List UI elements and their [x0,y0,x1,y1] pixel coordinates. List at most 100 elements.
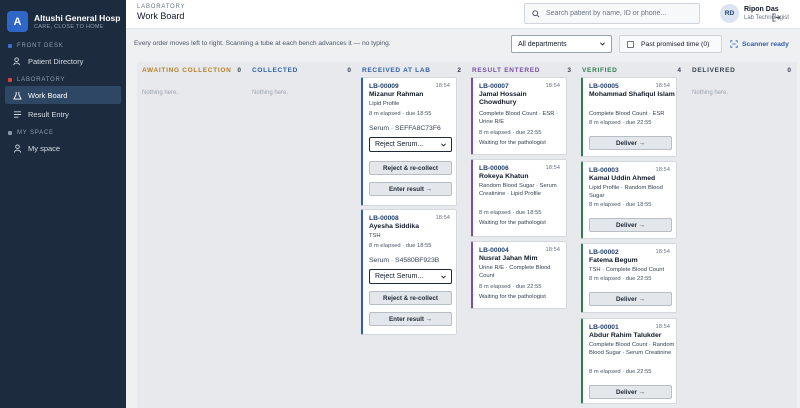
order-time: 18:54 [655,324,670,330]
pathologist-status: Waiting for the pathologist [479,294,546,300]
patient-name: Nusrat Jahan Mim [479,255,538,262]
people-icon [11,56,23,66]
column-result-entered: RESULT ENTERED 3 LB-00007 18:54 Jamal Ho… [467,62,577,408]
elapsed-due: 8 m elapsed · due 22:55 [589,369,652,375]
order-id: LB-00003 [589,167,619,174]
order-time: 18:54 [435,83,450,89]
sidebar-item-my-space[interactable]: My space [5,139,121,157]
patient-name: Mohammad Shafiqul Islam [589,91,675,98]
patient-name: Abdur Rahim Talukder [589,332,662,339]
elapsed-due: 8 m elapsed · due 18:55 [369,243,432,249]
order-id: LB-00008 [369,215,399,222]
order-card[interactable]: LB-00004 18:54 Nusrat Jahan Mim Urine R/… [471,241,567,309]
reject-recollect-button[interactable]: Reject & re-collect [369,161,452,175]
sidebar-item-label: Patient Directory [28,56,84,66]
column-count: 4 [677,67,681,74]
test-list: Lipid Profile · Random Blood Sugar [589,185,663,199]
order-id: LB-00007 [479,83,509,90]
order-card[interactable]: LB-00005 18:54 Mohammad Shafiqul Islam C… [581,77,677,157]
order-time: 18:54 [655,249,670,255]
empty-note: Nothing here. [142,90,179,96]
order-time: 18:54 [545,83,560,89]
board-toolbar: Every order moves left to right. Scannin… [126,30,800,58]
deliver-button[interactable]: Deliver → [589,292,672,306]
patient-name: Jamal Hossain Chowdhury [479,91,527,106]
order-id: LB-00002 [589,249,619,256]
enter-result-button[interactable]: Enter result → [369,182,452,196]
order-time: 18:54 [655,167,670,173]
past-promised-label: Past promised time (0) [641,40,710,48]
section-label: FRONT DESK [17,43,64,49]
page-kicker: LABORATORY [137,4,186,10]
section-marker [8,44,12,48]
past-promised-checkbox[interactable] [627,40,634,48]
past-promised-toggle[interactable]: Past promised time (0) [619,35,722,53]
order-card[interactable]: LB-00007 18:54 Jamal Hossain Chowdhury C… [471,77,567,155]
column-verified: VERIFIED 4 LB-00005 18:54 Mohammad Shafi… [577,62,687,408]
chevron-down-icon [440,273,447,282]
test-list: TSH [369,233,381,239]
order-card[interactable]: LB-00002 18:54 Fatema Begum TSH · Comple… [581,243,677,313]
hospital-tagline: CARE, CLOSE TO HOME [34,24,104,30]
column-count: 0 [347,67,351,74]
reject-select-value: Reject Serum... [375,141,424,148]
work-board: AWAITING COLLECTION 0 Nothing here. COLL… [126,58,800,408]
sidebar-item-work-board[interactable]: Work Board [5,86,121,104]
section-marker [8,78,12,82]
sidebar-item-result-entry[interactable]: Result Entry [5,105,121,123]
logout-icon[interactable] [772,9,781,27]
order-id: LB-00005 [589,83,619,90]
sidebar-item-label: My space [28,143,61,153]
column-delivered: DELIVERED 0 Nothing here. [687,62,797,408]
deliver-button[interactable]: Deliver → [589,136,672,150]
sample-id: Serum · SEFFA8C73F6 [369,125,441,132]
reject-reason-select[interactable]: Reject Serum... [369,137,452,152]
reject-select-value: Reject Serum... [375,273,424,280]
hospital-logo: A [7,11,28,32]
deliver-button[interactable]: Deliver → [589,218,672,232]
order-card[interactable]: LB-00008 18:54 Ayesha Siddika TSH 8 m el… [361,209,457,335]
column-title: AWAITING COLLECTION [142,67,232,74]
empty-note: Nothing here. [252,90,289,96]
order-time: 18:54 [545,165,560,171]
order-id: LB-00009 [369,83,399,90]
chevron-down-icon [599,40,606,49]
patient-search[interactable] [524,3,700,24]
user-avatar[interactable]: RD [720,4,739,23]
reject-reason-select[interactable]: Reject Serum... [369,269,452,284]
empty-note: Nothing here. [692,90,729,96]
person-icon [11,143,23,153]
patient-name: Mizanur Rahman [369,91,424,98]
top-header: LABORATORY Work Board RD Ripon Das Lab T… [126,0,800,29]
order-card[interactable]: LB-00003 18:54 Kamal Uddin Ahmed Lipid P… [581,161,677,239]
search-icon [532,5,540,23]
test-list: Complete Blood Count · ESR [589,111,665,117]
page-title: Work Board [137,11,185,21]
column-count: 2 [457,67,461,74]
deliver-button[interactable]: Deliver → [589,385,672,399]
order-card[interactable]: LB-00006 18:54 Rokeya Khatun Random Bloo… [471,159,567,237]
workflow-hint: Every order moves left to right. Scannin… [134,40,391,47]
reject-recollect-button[interactable]: Reject & re-collect [369,291,452,305]
elapsed-due: 8 m elapsed · due 18:55 [589,202,652,208]
order-time: 18:54 [655,83,670,89]
order-id: LB-00004 [479,247,509,254]
order-card[interactable]: LB-00001 18:54 Abdur Rahim Talukder Comp… [581,318,677,404]
elapsed-due: 8 m elapsed · due 22:55 [479,284,542,290]
scanner-status: Scanner ready [730,40,789,48]
order-id: LB-00006 [479,165,509,172]
order-card[interactable]: LB-00009 18:54 Mizanur Rahman Lipid Prof… [361,77,457,206]
enter-result-button[interactable]: Enter result → [369,312,452,326]
test-list: Complete Blood Count · ESR · Urine R/E [479,111,558,125]
user-role: Lab Technologist [744,15,789,21]
elapsed-due: 8 m elapsed · due 22:55 [589,276,652,282]
scanner-icon [730,40,738,48]
department-select[interactable]: All departments [511,35,612,53]
test-list: TSH · Complete Blood Count [589,267,665,273]
order-id: LB-00001 [589,324,619,331]
patient-name: Kamal Uddin Ahmed [589,175,656,182]
pathologist-status: Waiting for the pathologist [479,220,546,226]
search-input[interactable] [546,10,691,17]
sidebar-item-patient-directory[interactable]: Patient Directory [5,52,121,70]
elapsed-due: 8 m elapsed · due 18:55 [479,210,542,216]
